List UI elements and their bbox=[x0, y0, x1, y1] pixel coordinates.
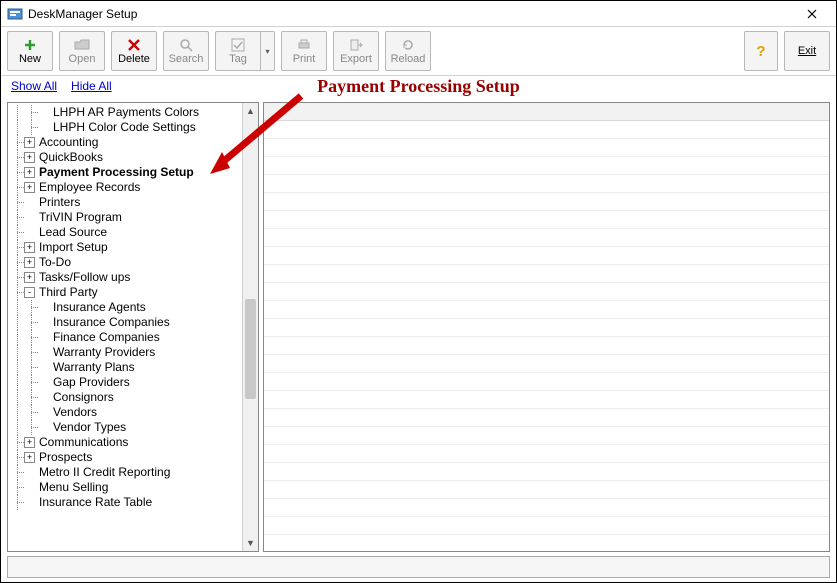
search-button[interactable]: Search bbox=[163, 31, 209, 71]
tree-item-payment-processing-setup[interactable]: +Payment Processing Setup bbox=[10, 165, 242, 180]
app-window: DeskManager Setup New Open Delete Search… bbox=[0, 0, 837, 583]
tree-item-tasks-follow-ups[interactable]: +Tasks/Follow ups bbox=[10, 270, 242, 285]
delete-x-icon bbox=[127, 37, 141, 53]
tree-item-accounting[interactable]: +Accounting bbox=[10, 135, 242, 150]
expand-icon[interactable]: + bbox=[24, 437, 35, 448]
reload-icon bbox=[401, 37, 415, 53]
tree-item-lead-source[interactable]: Lead Source bbox=[10, 225, 242, 240]
help-icon: ? bbox=[753, 43, 769, 59]
grid-header bbox=[264, 103, 829, 121]
help-button[interactable]: ? bbox=[744, 31, 778, 71]
tag-split-button[interactable]: Tag ▾ bbox=[215, 31, 275, 71]
tree-item-warranty-plans[interactable]: Warranty Plans bbox=[10, 360, 242, 375]
tree-item-warranty-providers[interactable]: Warranty Providers bbox=[10, 345, 242, 360]
scroll-thumb[interactable] bbox=[245, 299, 256, 399]
tree-panel: LHPH AR Payments Colors LHPH Color Code … bbox=[7, 102, 259, 552]
export-icon bbox=[349, 37, 363, 53]
app-icon bbox=[7, 6, 23, 22]
tree-item-menu-selling[interactable]: Menu Selling bbox=[10, 480, 242, 495]
tree-item-quickbooks[interactable]: +QuickBooks bbox=[10, 150, 242, 165]
content-grid[interactable] bbox=[263, 102, 830, 552]
status-bar bbox=[7, 556, 830, 578]
tree-item-printers[interactable]: Printers bbox=[10, 195, 242, 210]
export-button[interactable]: Export bbox=[333, 31, 379, 71]
tree-item-import-setup[interactable]: +Import Setup bbox=[10, 240, 242, 255]
page-title: Payment Processing Setup bbox=[1, 76, 836, 97]
tree-item-employee-records[interactable]: +Employee Records bbox=[10, 180, 242, 195]
expand-icon[interactable]: + bbox=[24, 167, 35, 178]
tree-item-lhph-color-code-settings[interactable]: LHPH Color Code Settings bbox=[10, 120, 242, 135]
collapse-icon[interactable]: - bbox=[24, 287, 35, 298]
window-close-button[interactable] bbox=[792, 2, 832, 26]
grid-rows bbox=[264, 121, 829, 551]
search-icon bbox=[179, 37, 193, 53]
tree-item-consignors[interactable]: Consignors bbox=[10, 390, 242, 405]
tree-item-prospects[interactable]: +Prospects bbox=[10, 450, 242, 465]
expand-icon[interactable]: + bbox=[24, 152, 35, 163]
svg-text:?: ? bbox=[756, 43, 765, 59]
print-icon bbox=[297, 37, 311, 53]
expand-icon[interactable]: + bbox=[24, 257, 35, 268]
tree-item-vendor-types[interactable]: Vendor Types bbox=[10, 420, 242, 435]
expand-icon[interactable]: + bbox=[24, 272, 35, 283]
tree-view[interactable]: LHPH AR Payments Colors LHPH Color Code … bbox=[8, 103, 242, 551]
tree-item-third-party[interactable]: -Third Party bbox=[10, 285, 242, 300]
expand-icon[interactable]: + bbox=[24, 242, 35, 253]
tree-item-trivin-program[interactable]: TriVIN Program bbox=[10, 210, 242, 225]
expand-icon[interactable]: + bbox=[24, 182, 35, 193]
tree-item-lhph-ar-payments-colors[interactable]: LHPH AR Payments Colors bbox=[10, 105, 242, 120]
tree-item-vendors[interactable]: Vendors bbox=[10, 405, 242, 420]
delete-button[interactable]: Delete bbox=[111, 31, 157, 71]
tree-item-finance-companies[interactable]: Finance Companies bbox=[10, 330, 242, 345]
folder-open-icon bbox=[74, 37, 90, 53]
tag-check-icon bbox=[231, 37, 245, 53]
body-area: LHPH AR Payments Colors LHPH Color Code … bbox=[1, 100, 836, 554]
expand-icon[interactable]: + bbox=[24, 137, 35, 148]
expand-icon[interactable]: + bbox=[24, 452, 35, 463]
exit-button[interactable]: Exit bbox=[784, 31, 830, 71]
toolbar: New Open Delete Search Tag ▾ Print bbox=[1, 27, 836, 76]
tree-scrollbar[interactable]: ▲ ▼ bbox=[242, 103, 258, 551]
scroll-track[interactable] bbox=[243, 119, 258, 535]
scroll-down-icon[interactable]: ▼ bbox=[243, 535, 258, 551]
tree-item-gap-providers[interactable]: Gap Providers bbox=[10, 375, 242, 390]
tree-item-insurance-agents[interactable]: Insurance Agents bbox=[10, 300, 242, 315]
open-button[interactable]: Open bbox=[59, 31, 105, 71]
chevron-down-icon: ▾ bbox=[265, 47, 269, 56]
tree-item-metro-ii-credit-reporting[interactable]: Metro II Credit Reporting bbox=[10, 465, 242, 480]
plus-icon bbox=[23, 37, 37, 53]
header-row: Show All Hide All Payment Processing Set… bbox=[1, 76, 836, 100]
tree-item-communications[interactable]: +Communications bbox=[10, 435, 242, 450]
tag-dropdown-button[interactable]: ▾ bbox=[261, 31, 275, 71]
tree-item-insurance-rate-table[interactable]: Insurance Rate Table bbox=[10, 495, 242, 510]
print-button[interactable]: Print bbox=[281, 31, 327, 71]
new-button[interactable]: New bbox=[7, 31, 53, 71]
window-title: DeskManager Setup bbox=[28, 7, 137, 21]
titlebar: DeskManager Setup bbox=[1, 1, 836, 27]
tree-item-to-do[interactable]: +To-Do bbox=[10, 255, 242, 270]
reload-button[interactable]: Reload bbox=[385, 31, 431, 71]
scroll-up-icon[interactable]: ▲ bbox=[243, 103, 258, 119]
tree-item-insurance-companies[interactable]: Insurance Companies bbox=[10, 315, 242, 330]
